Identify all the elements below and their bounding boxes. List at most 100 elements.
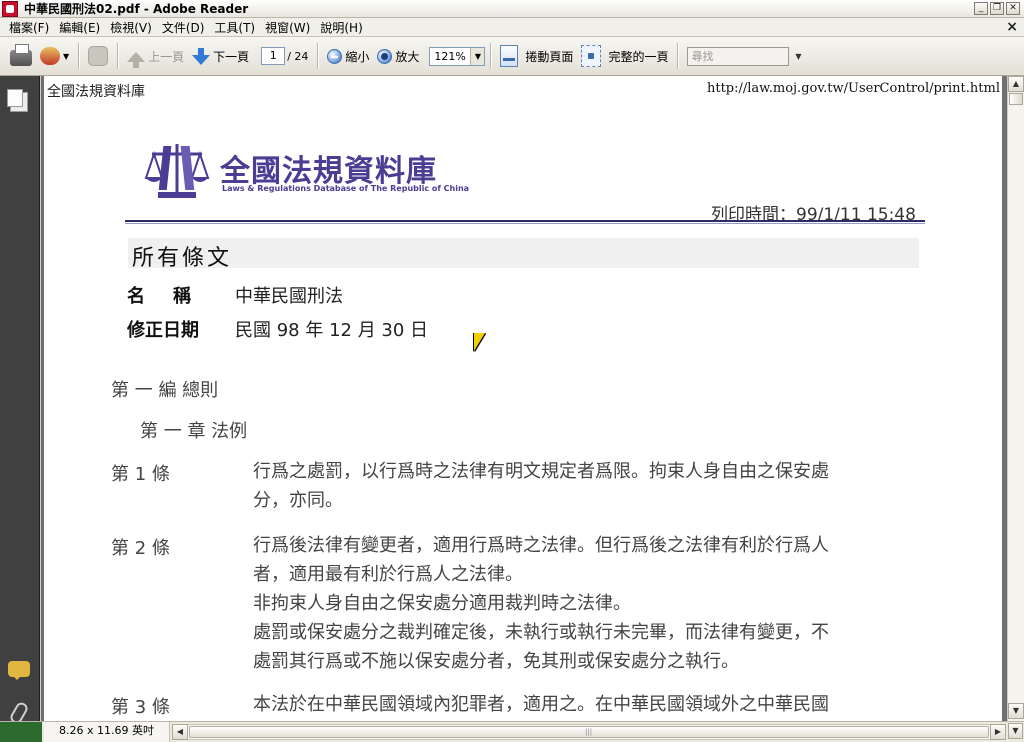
- scroll-page-label: 捲動頁面: [525, 49, 574, 64]
- minimize-button[interactable]: _: [974, 2, 988, 15]
- article-line: 行爲後法律有變更者，適用行爲時之法律。但行爲後之法律有利於行爲人: [253, 535, 829, 556]
- scroll-down-corner-button[interactable]: ▼: [1008, 723, 1023, 739]
- zoom-in-button[interactable]: 放大: [373, 42, 423, 70]
- prev-page-label: 上一頁: [148, 49, 185, 64]
- print-button[interactable]: [6, 42, 36, 70]
- adobe-reader-icon: [2, 0, 18, 17]
- scroll-grip-icon: |||: [585, 728, 593, 736]
- zoom-out-icon: [327, 48, 343, 64]
- zoom-value: 121%: [434, 49, 466, 63]
- menu-window[interactable]: 視窗(W): [260, 19, 315, 36]
- scroll-page-button[interactable]: 捲動頁面: [496, 42, 577, 70]
- vertical-scrollbar[interactable]: ▲ ▼: [1007, 76, 1024, 721]
- part-heading: 第 一 編 總則: [111, 380, 219, 401]
- article-line: 分，亦同。: [253, 490, 343, 511]
- pdf-page: 全國法規資料庫 http://law.moj.gov.tw/UserContro…: [44, 76, 1002, 721]
- article-number: 第 3 條: [111, 697, 170, 718]
- article-number: 第 1 條: [111, 464, 170, 485]
- next-page-button[interactable]: 下一頁: [188, 42, 253, 70]
- article-text: 本法於在中華民國領域內犯罪者，適用之。在中華民國領域外之中華民國: [253, 690, 875, 719]
- page-total: / 24: [287, 49, 309, 63]
- search-dropdown[interactable]: ▼: [793, 47, 803, 66]
- toolbar-separator: [117, 43, 119, 69]
- article-line: 行爲之處罰，以行爲時之法律有明文規定者爲限。拘束人身自由之保安處: [253, 461, 829, 482]
- horizontal-scrollbar[interactable]: ◀ ||| ▶: [172, 724, 1006, 740]
- page-header-left: 全國法規資料庫: [47, 84, 145, 100]
- chevron-down-icon: ▼: [795, 51, 802, 61]
- scroll-up-button[interactable]: ▲: [1008, 76, 1024, 92]
- zoom-in-icon: [377, 48, 393, 64]
- document-view[interactable]: 全國法規資料庫 http://law.moj.gov.tw/UserContro…: [41, 76, 1007, 721]
- scroll-down-button[interactable]: ▼: [1008, 703, 1024, 719]
- document-close-button[interactable]: ×: [1006, 19, 1018, 35]
- menu-edit[interactable]: 編輯(E): [54, 19, 105, 36]
- window-title: 中華民國刑法02.pdf - Adobe Reader: [24, 2, 249, 16]
- page-size: 8.26 x 11.69 英吋: [44, 722, 170, 742]
- comments-icon[interactable]: [8, 661, 30, 680]
- toolbar-separator: [490, 43, 492, 69]
- scroll-right-button[interactable]: ▶: [990, 724, 1006, 740]
- zoom-select[interactable]: 121% ▼: [429, 46, 486, 66]
- name-label: 名稱: [127, 286, 219, 307]
- menu-bar: 檔案(F) 編輯(E) 檢視(V) 文件(D) 工具(T) 視窗(W) 說明(H…: [0, 18, 1024, 37]
- menu-document[interactable]: 文件(D): [157, 19, 210, 36]
- close-button[interactable]: ✕: [1006, 2, 1020, 15]
- title-bar: 中華民國刑法02.pdf - Adobe Reader _ ❐ ✕: [0, 0, 1024, 18]
- search-input[interactable]: 尋找: [687, 46, 790, 66]
- chevron-down-icon[interactable]: ▼: [470, 47, 485, 65]
- vertical-scroll-thumb[interactable]: [1009, 93, 1023, 105]
- pages-icon[interactable]: [7, 89, 28, 112]
- arrow-up-icon: [127, 52, 146, 68]
- law-database-logo-icon: [144, 144, 210, 198]
- article-line: 處罰其行爲或不施以保安處分者，免其刑或保安處分之執行。: [253, 651, 739, 672]
- article-line: 處罰或保安處分之裁判確定後，未執行或執行未完畢，而法律有變更，不: [253, 622, 829, 643]
- name-value: 中華民國刑法: [235, 286, 343, 307]
- zoom-out-button[interactable]: 縮小: [323, 42, 373, 70]
- printer-icon: [10, 44, 32, 66]
- toolbar: ▼ 上一頁 下一頁 1 / 24 縮小 放大 121% ▼ 捲動頁面 完整的一頁 …: [0, 37, 1024, 76]
- share-icon: [40, 47, 60, 65]
- status-bar: 8.26 x 11.69 英吋 ◀ ||| ▶: [0, 721, 1024, 742]
- arrow-down-icon: [192, 47, 211, 65]
- logo-subtitle: Laws & Regulations Database of The Repub…: [222, 184, 470, 193]
- menu-view[interactable]: 檢視(V): [105, 19, 157, 36]
- article-number: 第 2 條: [111, 538, 170, 559]
- article-text: 行爲後法律有變更者，適用行爲時之法律。但行爲後之法律有利於行爲人 者，適用最有利…: [253, 531, 875, 676]
- zoom-in-label: 放大: [395, 49, 420, 64]
- article-line: 非拘束人身自由之保安處分適用裁判時之法律。: [253, 593, 631, 614]
- share-button[interactable]: ▼: [36, 42, 73, 70]
- scroll-left-button[interactable]: ◀: [172, 724, 188, 740]
- hand-tool-button[interactable]: [84, 42, 112, 70]
- toolbar-separator: [677, 43, 679, 69]
- chapter-heading: 第 一 章 法例: [140, 421, 248, 442]
- fit-page-icon: [581, 45, 602, 67]
- toolbar-separator: [78, 43, 80, 69]
- status-indicator: [0, 722, 42, 742]
- chevron-down-icon: ▼: [63, 51, 70, 61]
- fit-page-button[interactable]: 完整的一頁: [577, 42, 672, 70]
- header-rule-thin: [125, 223, 925, 224]
- date-label: 修正日期: [127, 320, 199, 341]
- section-title: 所有條文: [132, 246, 233, 271]
- scroll-page-icon: [500, 45, 519, 67]
- article-text: 行爲之處罰，以行爲時之法律有明文規定者爲限。拘束人身自由之保安處 分，亦同。: [253, 457, 875, 515]
- menu-help[interactable]: 說明(H): [315, 19, 367, 36]
- page-number-input[interactable]: 1: [261, 47, 286, 65]
- date-value: 民國 98 年 12 月 30 日: [235, 320, 429, 341]
- fit-page-label: 完整的一頁: [608, 49, 669, 64]
- prev-page-button[interactable]: 上一頁: [123, 42, 188, 70]
- article-line: 者，適用最有利於行爲人之法律。: [253, 564, 523, 585]
- mouse-cursor-icon: [474, 333, 485, 351]
- article-line: 本法於在中華民國領域內犯罪者，適用之。在中華民國領域外之中華民國: [253, 694, 829, 715]
- zoom-out-label: 縮小: [345, 49, 370, 64]
- navigation-pane: [0, 76, 40, 726]
- header-rule: [125, 220, 925, 222]
- restore-button[interactable]: ❐: [990, 2, 1004, 15]
- search-placeholder: 尋找: [691, 50, 714, 63]
- toolbar-separator: [317, 43, 319, 69]
- page-header-url[interactable]: http://law.moj.gov.tw/UserControl/print.…: [707, 81, 1000, 96]
- menu-tools[interactable]: 工具(T): [209, 19, 260, 36]
- menu-file[interactable]: 檔案(F): [4, 19, 54, 36]
- next-page-label: 下一頁: [213, 49, 250, 64]
- window-controls: _ ❐ ✕: [974, 2, 1020, 15]
